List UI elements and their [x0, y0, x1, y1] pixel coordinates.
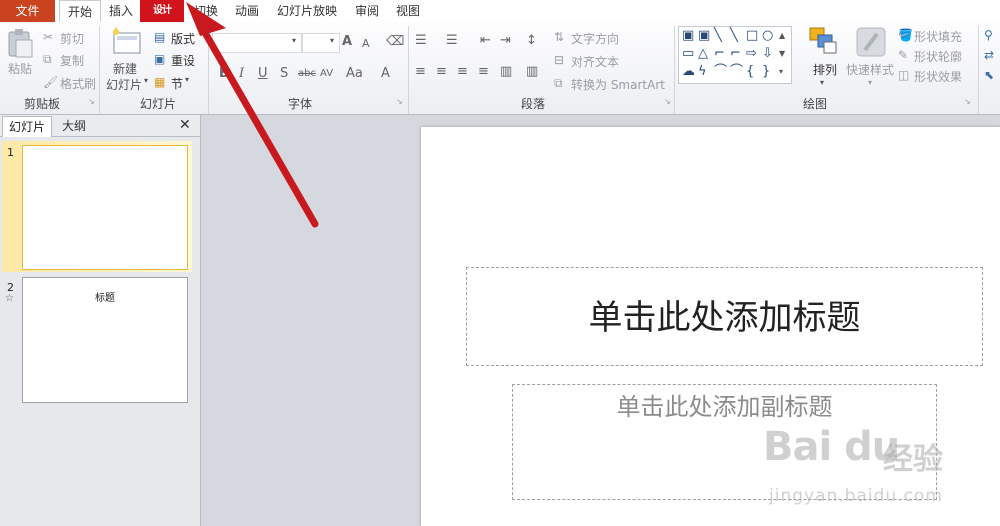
- watermark-logo: Bai du: [763, 424, 900, 470]
- watermark-url: jingyan.baidu.com: [769, 486, 943, 506]
- baidu-watermark: Bai du 经验 jingyan.baidu.com: [763, 418, 993, 518]
- watermark-cn: 经验: [883, 442, 943, 477]
